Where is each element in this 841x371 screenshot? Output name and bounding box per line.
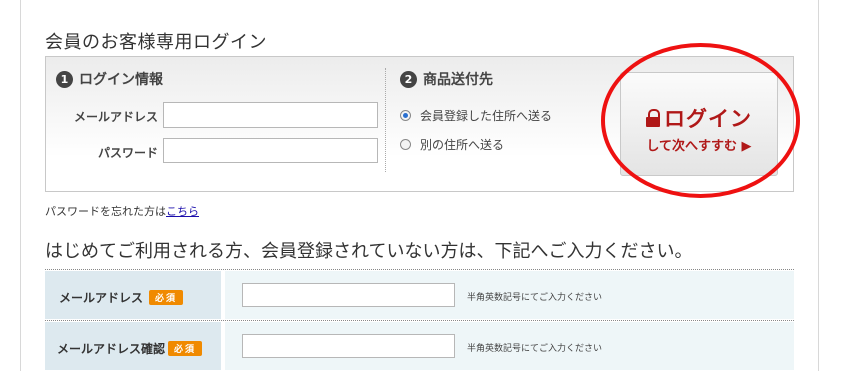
login-button[interactable]: ログイン して次へすすむ ▶ [620,72,778,176]
shipping-option-label: 会員登録した住所へ送る [420,109,553,123]
password-label: パスワード [97,146,158,160]
shipping-option-registered[interactable]: 会員登録した住所へ送る [400,107,552,124]
login-button-sub: して次へすすむ ▶ [646,139,752,154]
forgot-password-link[interactable]: こちら [166,205,199,218]
registration-row-email-confirm: メールアドレス確認 必須 半角英数記号にてご入力ください [45,320,794,370]
row-cell: 半角英数記号にてご入力ください [225,322,794,370]
required-badge: 必須 [149,290,184,305]
email-label: メールアドレス [73,110,158,124]
login-email-input[interactable] [163,102,378,128]
step-number-1: 1 [56,70,73,88]
register-email-confirm-input[interactable] [242,334,455,358]
input-hint: 半角英数記号にてご入力ください [467,293,603,303]
register-email-input[interactable] [242,283,455,307]
forgot-password: パスワードを忘れた方はこちら [45,203,199,219]
member-login-title: 会員のお客様専用ログイン [45,32,267,53]
row-label: メールアドレス確認 必須 [57,340,203,357]
shipping-option-label: 別の住所へ送る [420,138,505,152]
shipping-heading: 2 商品送付先 [400,69,493,89]
row-label: メールアドレス 必須 [59,289,184,306]
row-cell: 半角英数記号にてご入力ください [225,271,794,319]
page-border-right [818,0,819,371]
section-divider [385,68,386,172]
login-password-input[interactable] [163,138,378,163]
registration-row-email: メールアドレス 必須 半角英数記号にてご入力ください [45,269,794,319]
lock-icon [646,109,660,127]
step-number-2: 2 [400,70,417,88]
login-info-title: ログイン情報 [79,72,163,88]
shipping-option-other[interactable]: 別の住所へ送る [400,136,504,153]
row-head: メールアドレス確認 必須 [45,322,221,370]
shipping-title: 商品送付先 [423,72,493,88]
registration-title: はじめてご利用される方、会員登録されていない方は、下記へご入力ください。 [45,241,693,262]
row-head: メールアドレス 必須 [45,271,221,319]
login-button-main: ログイン [621,103,777,133]
login-info-heading: 1 ログイン情報 [56,69,163,89]
required-badge: 必須 [168,341,203,356]
forgot-password-text: パスワードを忘れた方は [45,205,166,218]
radio-unselected[interactable] [400,139,411,150]
page-border-left [20,0,21,371]
input-hint: 半角英数記号にてご入力ください [467,344,603,354]
radio-selected[interactable] [400,110,411,121]
login-button-label: ログイン [664,107,752,131]
